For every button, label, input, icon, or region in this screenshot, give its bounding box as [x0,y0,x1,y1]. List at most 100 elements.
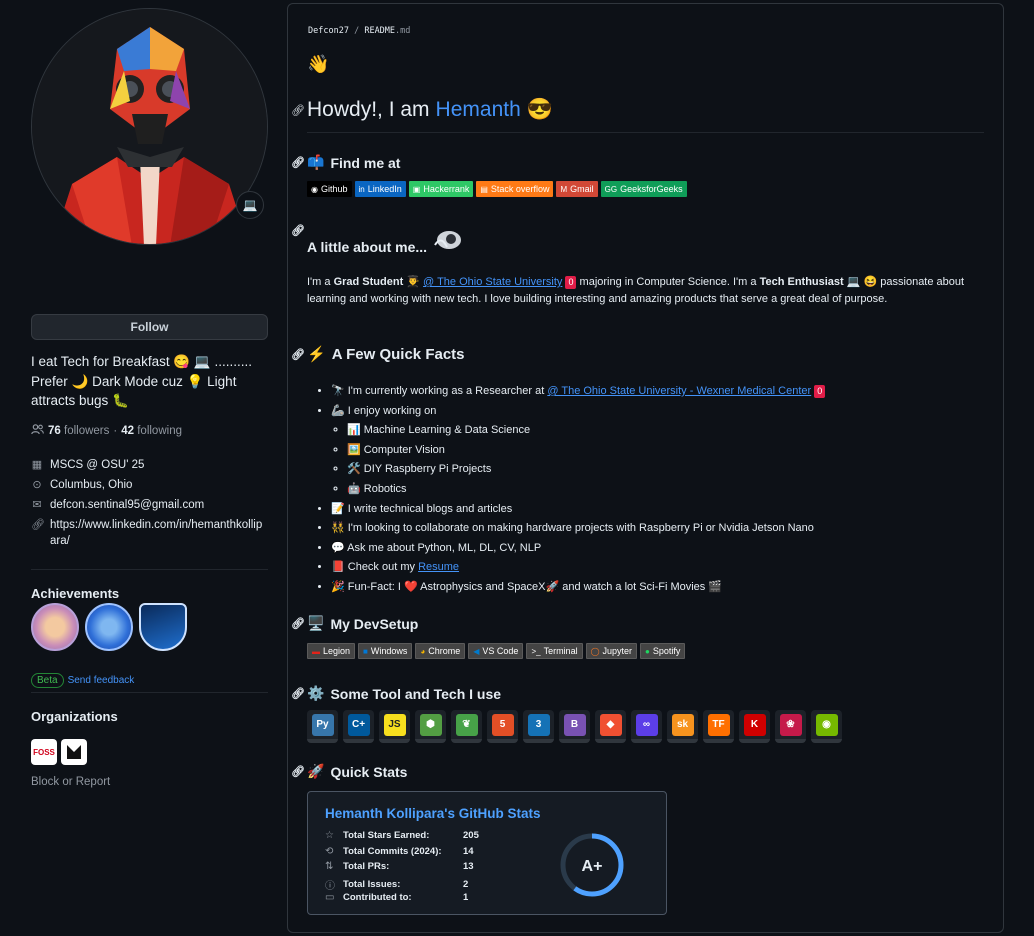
setup-badge[interactable]: ▬ Legion [307,643,356,659]
tool-tile[interactable]: ❦ [451,710,482,743]
email-item[interactable]: ✉ defcon.sentinal95@gmail.com [31,497,268,513]
social-icon: ◉ [311,184,318,194]
setup-badge[interactable]: ■ Windows [358,643,413,659]
social-label: GeeksforGeeks [620,184,683,194]
resume-link[interactable]: Resume [418,561,459,573]
anchor-link-icon[interactable]: 🔗︎ [291,156,305,169]
social-badge[interactable]: GG GeeksforGeeks [600,181,687,197]
sub-list: 📊 Machine Learning & Data Science 🖼️ Com… [331,421,981,499]
stat-icon: ⟲ [325,845,334,857]
location-pin-icon: ⊙ [32,479,42,491]
email-text[interactable]: defcon.sentinal95@gmail.com [50,497,204,513]
about-bold: Tech Enthusiast [759,276,844,288]
social-badge[interactable]: ▤ Stack overflow [476,181,554,197]
anchor-link-icon[interactable]: 🔗︎ [291,224,305,237]
list-item: 💬 Ask me about Python, ML, DL, CV, NLP [331,539,981,559]
tool-tile[interactable]: ◉ [811,710,842,743]
counter-badge: 0 [814,385,826,398]
tool-tile[interactable]: ◆ [595,710,626,743]
tool-tile[interactable]: ⬢ [415,710,446,743]
wexner-link[interactable]: @ The Ohio State University - Wexner Med… [547,385,811,397]
about-text: I'm a [307,276,334,288]
tool-tile[interactable]: C+ [343,710,374,743]
github-stats-card[interactable]: Hemanth Kollipara's GitHub Stats ☆ Total … [307,791,667,915]
social-label: Github [320,184,348,194]
social-icon: ▣ [412,184,421,194]
tools-row: Py C+ JS ⬢ ❦ 5 3 B ◆ ∞ sk TF K ❀ ◉ [307,710,842,743]
block-report-link[interactable]: Block or Report [31,776,110,788]
tool-tile[interactable]: 3 [523,710,554,743]
heading-name: Hemanth [435,98,521,121]
tool-tile[interactable]: JS [379,710,410,743]
anchor-link-icon[interactable]: 🔗︎ [291,687,305,700]
fact-text: 🦾 I enjoy working on [331,404,437,417]
tool-tile[interactable]: ∞ [631,710,662,743]
tool-tile[interactable]: B [559,710,590,743]
social-badge[interactable]: in LinkedIn [354,181,406,197]
website-link[interactable]: https://www.linkedin.com/in/hemanthkolli… [50,517,268,549]
location-text: Columbus, Ohio [50,479,133,491]
setup-badge[interactable]: ◕ Chrome [415,643,466,659]
achievements-list [31,603,187,651]
anchor-link-icon[interactable]: 🔗︎ [291,617,305,630]
achievement-badge[interactable] [139,603,187,651]
tool-tile[interactable]: sk [667,710,698,743]
social-badge[interactable]: M Gmail [556,181,598,197]
setup-icon: ◯ [590,646,600,656]
setup-badge[interactable]: ● Spotify [640,643,686,659]
find-me-heading: 🔗︎ 📫 Find me at [291,154,401,171]
breadcrumb-separator: / [354,26,360,36]
raspberrypi-icon: ❀ [779,713,802,736]
anchor-link-icon[interactable]: 🔗︎ [291,104,305,117]
devsetup-title: My DevSetup [330,615,419,632]
achievement-badge[interactable] [31,603,79,651]
stat-icon: ☆ [325,830,334,841]
tool-tile[interactable]: K [739,710,770,743]
organization-avatar[interactable] [61,739,87,765]
monitor-emoji: 🖥️ [307,615,325,631]
osu-link[interactable]: @ The Ohio State University [423,276,562,288]
following-link[interactable]: 42 following [121,425,182,437]
git-icon: ◆ [599,713,622,736]
setup-badge[interactable]: ◯ Jupyter [585,643,638,659]
status-button[interactable]: 💻 [236,191,264,219]
tool-tile[interactable]: TF [703,710,734,743]
anchor-link-icon[interactable]: 🔗︎ [291,765,305,778]
stat-label: Total Stars Earned: [343,830,430,841]
facts-list: 🔭 I'm currently working as a Researcher … [331,382,981,598]
breadcrumb-user[interactable]: Defcon27 [308,26,349,36]
wave-emoji: 👋 [307,54,330,74]
setup-badge[interactable]: >_ Terminal [526,643,583,659]
social-icon: GG [604,184,618,194]
tool-tile[interactable]: 5 [487,710,518,743]
list-item: 🔭 I'm currently working as a Researcher … [331,382,981,402]
stats-title: Quick Stats [330,763,408,780]
stat-icon: ⇅ [325,861,334,872]
send-feedback-link[interactable]: Send feedback [68,675,135,686]
stat-value: 205 [463,830,479,841]
setup-badge[interactable]: ◀ VS Code [468,643,524,659]
about-heading: 🔗︎ A little about me... [291,225,463,258]
website-item[interactable]: 🔗︎ https://www.linkedin.com/in/hemanthko… [31,517,268,549]
follow-button[interactable]: Follow [31,314,268,340]
followers-link[interactable]: 76 followers [48,425,109,437]
separator-dot: · [113,425,118,437]
achievement-badge[interactable] [85,603,133,651]
tool-tile[interactable]: Py [307,710,338,743]
social-badge[interactable]: ◉ Github [307,181,352,197]
list-item: 🦾 I enjoy working on 📊 Machine Learning … [331,402,981,500]
social-icon: M [560,184,568,194]
anchor-link-icon[interactable]: 🔗︎ [291,348,305,361]
bio-line: attracts bugs 🐛 [31,393,129,408]
organization-avatar[interactable]: FOSS [31,739,57,765]
list-item: 📊 Machine Learning & Data Science [347,421,981,441]
tool-tile[interactable]: ❀ [775,710,806,743]
find-me-title: Find me at [330,154,401,171]
link-icon: 🔗︎ [31,519,45,531]
org-logo-text: FOSS [33,747,55,757]
social-label: Gmail [570,184,594,194]
avatar[interactable] [31,8,268,245]
stat-row: ⇅ Total PRs: 13 [325,861,474,872]
divider [31,569,268,570]
social-badge[interactable]: ▣ Hackerrank [408,181,474,197]
